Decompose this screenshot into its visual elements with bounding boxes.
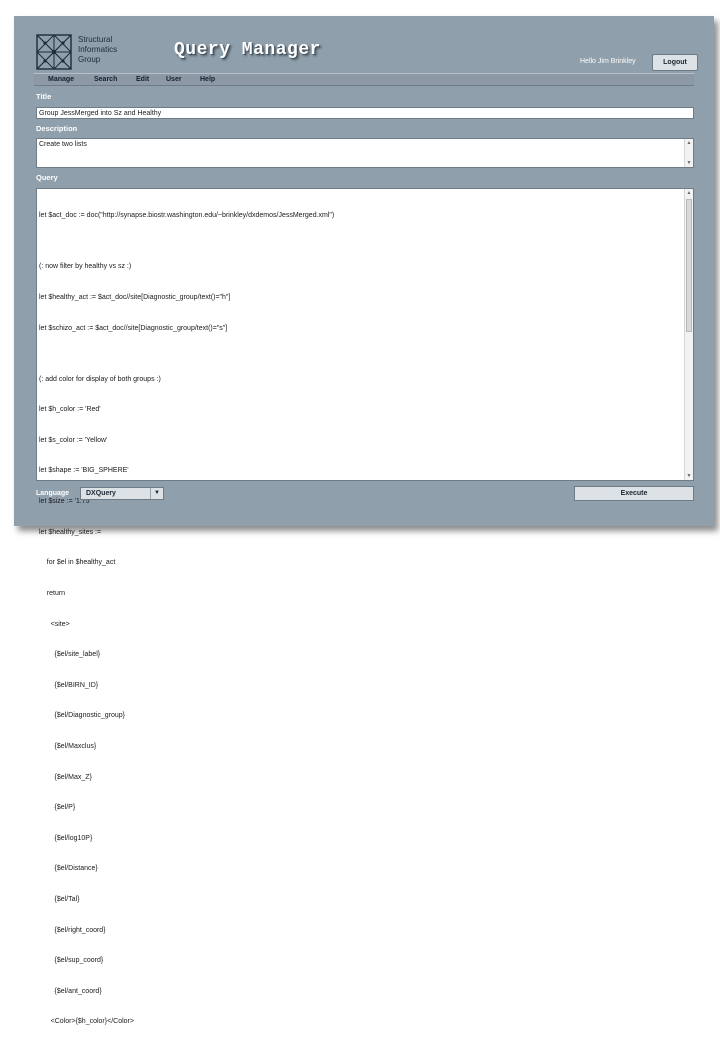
menu-bar: Manage Search Edit User Help [34,73,694,86]
query-line: {$el/Max_Z} [39,773,92,781]
scroll-down-icon[interactable]: ▼ [685,472,693,480]
query-line: (: now filter by healthy vs sz :) [39,263,132,271]
logo-line: Structural [78,35,113,44]
header: Structural Informatics Group Query Manag… [14,16,714,74]
user-greeting: Hello Jim Brinkley [580,58,636,65]
description-label: Description [36,124,78,133]
query-line: {$el/right_coord} [39,926,106,934]
description-scrollbar[interactable]: ▲ ▼ [684,139,693,167]
scroll-up-icon[interactable]: ▲ [685,189,693,197]
query-line: {$el/site_label} [39,651,101,659]
menu-item-help[interactable]: Help [200,74,215,85]
menu-item-search[interactable]: Search [94,74,117,85]
scroll-down-icon[interactable]: ▼ [685,159,693,167]
menu-item-manage[interactable]: Manage [48,74,74,85]
logo-line: Informatics [78,45,118,54]
query-line: for $el in $healthy_act [39,559,116,567]
query-line: let $healthy_act := $act_doc//site[Diagn… [39,294,231,302]
query-line: return [39,589,66,597]
query-line: {$el/Diagnostic_group} [39,712,125,720]
query-line: {$el/ant_coord} [39,987,102,995]
query-label: Query [36,173,58,182]
chevron-down-icon[interactable]: ▼ [150,488,163,499]
query-line: let $schizo_act := $act_doc//site[Diagno… [39,324,228,332]
query-line: let $h_color := 'Red' [39,406,101,414]
query-line: {$el/Distance} [39,865,98,873]
query-line: {$el/Tal} [39,896,80,904]
query-textarea[interactable]: let $act_doc := doc("http://synapse.bios… [36,188,694,1025]
query-text: let $act_doc := doc("http://synapse.bios… [39,191,691,1048]
title-label: Title [36,92,52,101]
query-line: let $healthy_sites := [39,528,102,536]
query-line: <site> [39,620,70,628]
menu-item-user[interactable]: User [166,74,182,85]
scroll-up-icon[interactable]: ▲ [685,139,693,147]
description-text: Create two lists [39,141,87,148]
query-line: let $shape := 'BIG_SPHERE' [39,467,129,475]
query-line: {$el/sup_coord} [39,957,104,965]
query-scrollbar[interactable]: ▲ ▼ [684,189,693,480]
query-line: (: add color for display of both groups … [39,375,161,383]
logo-line: Group [78,55,101,64]
query-line: {$el/Maxclus} [39,742,97,750]
menu-item-edit[interactable]: Edit [136,74,149,85]
language-value: DXQuery [86,490,116,497]
description-textarea[interactable]: Create two lists ▲ ▼ [36,138,694,168]
query-line: <Color>{$h_color}</Color> [39,1018,134,1026]
title-input[interactable]: Group JessMerged into Sz and Healthy [36,107,694,119]
query-line: let $s_color := 'Yellow' [39,436,108,444]
query-manager-window: Structural Informatics Group Query Manag… [14,16,714,1025]
app-title: Query Manager [174,40,321,60]
language-select[interactable]: DXQuery ▼ [80,487,164,500]
query-line: {$el/P} [39,804,76,812]
query-line: {$el/BIRN_ID} [39,681,99,689]
query-line: {$el/log10P} [39,834,93,842]
language-label: Language [36,490,70,497]
logout-button[interactable]: Logout [652,54,698,71]
scroll-thumb[interactable] [686,199,692,332]
query-line: let $act_doc := doc("http://synapse.bios… [39,212,335,220]
logo-text: Structural Informatics Group [78,35,117,65]
execute-button[interactable]: Execute [574,486,694,501]
structural-informatics-logo-icon [36,34,72,70]
